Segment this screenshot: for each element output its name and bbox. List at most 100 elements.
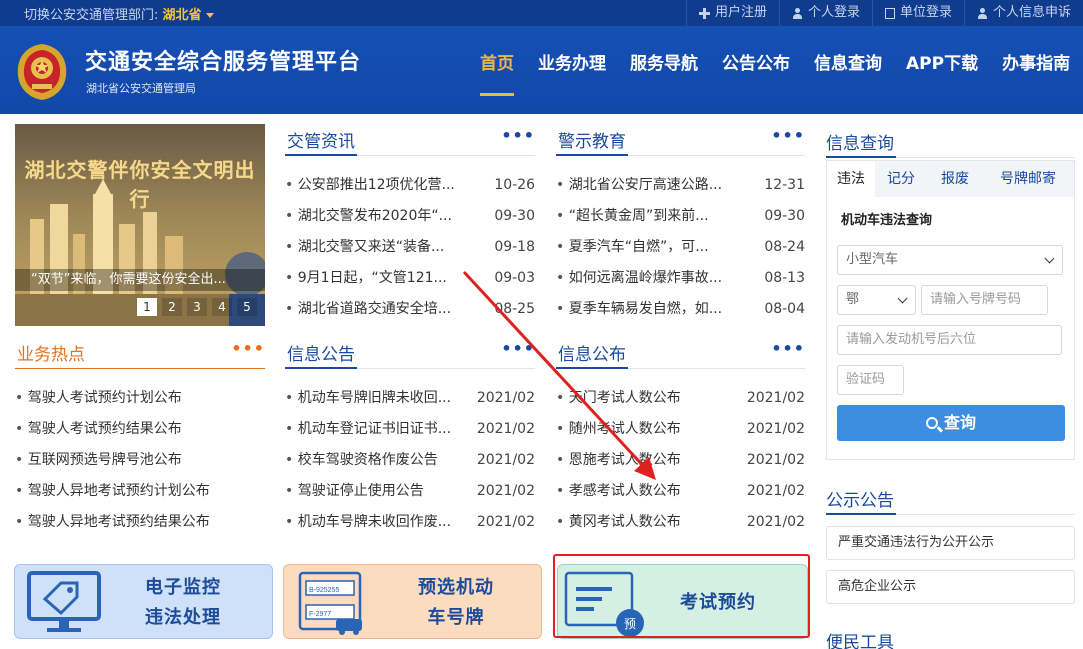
list-item[interactable]: 驾驶人考试预约结果公布 [15,414,265,445]
banner-title: 湖北交警伴你安全文明出行 [24,158,256,211]
list-item[interactable]: 孝感考试人数公布2021/02 [556,476,805,507]
list-item[interactable]: 湖北交警又来送“装备...09-18 [285,232,535,263]
carousel-page-1[interactable]: 1 [137,298,157,316]
list-item[interactable]: 校车驾驶资格作废公告2021/02 [285,445,535,476]
nav-announcements[interactable]: 公告公布 [710,26,802,114]
site-subtitle: 湖北省公安交通管理局 [86,82,196,95]
engine-number-input[interactable]: 请输入发动机号后六位 [837,325,1062,355]
company-login-link[interactable]: 单位登录 [871,0,964,26]
province-select[interactable]: 鄂 [837,285,916,315]
site-header: 交通安全综合服务管理平台 湖北省公安交通管理局 首页 业务办理 服务导航 公告公… [0,26,1083,114]
chevron-down-icon [897,293,908,304]
announce-panel-title[interactable]: 信息公告 [287,340,355,365]
tab-plate-mail[interactable]: 号牌邮寄 [983,161,1073,197]
department-switch-value: 湖北省 [162,8,202,23]
news-panel: 交管资讯 ••• 公安部推出12项优化营...10-26 湖北交警发布2020年… [285,124,535,325]
plate-selection-tile[interactable]: B-925255 F-2977 预选机动 车号牌 [283,564,542,639]
tab-violation[interactable]: 违法 [827,161,875,197]
notice-item[interactable]: 高危企业公示 [826,570,1075,604]
info-appeal-link[interactable]: 个人信息申诉 [963,0,1083,26]
nav-service-guide[interactable]: 服务导航 [618,26,710,114]
publish-panel-title[interactable]: 信息公布 [558,340,626,365]
list-item[interactable]: 湖北省道路交通安全培...08-25 [285,294,535,325]
top-utility-bar: 切换公安交通管理部门: 湖北省 用户注册 个人登录 单位登录 个人信息申诉 [0,0,1083,26]
tab-scrap[interactable]: 报废 [927,161,983,197]
banner-caption[interactable]: “双节”来临，你需要这份安全出... [15,269,265,291]
vehicle-type-value: 小型汽车 [846,252,899,267]
list-item[interactable]: 驾驶证停止使用公告2021/02 [285,476,535,507]
list-item[interactable]: 恩施考试人数公布2021/02 [556,445,805,476]
site-title: 交通安全综合服务管理平台 [85,50,362,75]
section-divider [826,513,1075,515]
warning-panel-title[interactable]: 警示教育 [558,127,626,152]
captcha-input[interactable]: 验证码 [837,365,904,395]
department-switch-prefix: 切换公安交通管理部门: [24,8,163,23]
list-item[interactable]: 机动车号牌未收回作废...2021/02 [285,507,535,538]
list-item[interactable]: 机动车登记证书旧证书...2021/02 [285,414,535,445]
carousel-pager: 1 2 3 4 5 [137,298,257,316]
exam-tile-label: 考试预约 [680,592,756,613]
list-item[interactable]: 随州考试人数公布2021/02 [556,414,805,445]
hot-panel-title[interactable]: 业务热点 [17,340,85,365]
list-item[interactable]: 驾驶人考试预约计划公布 [15,383,265,414]
more-icon[interactable]: ••• [771,339,805,358]
hot-business-panel: 业务热点 ••• 驾驶人考试预约计划公布 驾驶人考试预约结果公布 互联网预选号牌… [15,337,265,538]
list-item[interactable]: “超长黄金周”到来前...09-30 [556,201,805,232]
nav-home[interactable]: 首页 [468,26,526,114]
account-links: 用户注册 个人登录 单位登录 个人信息申诉 [685,0,1083,26]
more-icon[interactable]: ••• [771,126,805,145]
department-switcher[interactable]: 切换公安交通管理部门: 湖北省 [24,4,214,23]
more-icon[interactable]: ••• [501,339,535,358]
user-icon [977,7,988,19]
register-link[interactable]: 用户注册 [685,0,779,26]
list-item[interactable]: 夏季汽车“自燃”，可...08-24 [556,232,805,263]
plate-tile-label: 预选机动 车号牌 [418,577,494,628]
list-item[interactable]: 驾驶人异地考试预约结果公布 [15,507,265,538]
carousel-page-2[interactable]: 2 [162,298,182,316]
nav-app-download[interactable]: APP下载 [894,26,990,114]
notices-section-title: 公示公告 [826,491,894,511]
monitor-tag-icon [27,571,101,632]
more-icon[interactable]: ••• [501,126,535,145]
list-item[interactable]: 湖北省公安厅高速公路...12-31 [556,170,805,201]
list-item[interactable]: 黄冈考试人数公布2021/02 [556,507,805,538]
plate-number-input[interactable]: 请输入号牌号码 [921,285,1048,315]
list-item[interactable]: 夏季车辆易发自燃，如...08-04 [556,294,805,325]
query-button[interactable]: 查询 [837,405,1065,441]
nav-info-query[interactable]: 信息查询 [802,26,894,114]
plate-number-b: F-2977 [309,611,331,618]
electronic-monitor-tile[interactable]: 电子监控 违法处理 [14,564,273,639]
carousel-page-3[interactable]: 3 [187,298,207,316]
search-icon [925,417,938,429]
list-item[interactable]: 如何远离温岭爆炸事故...08-13 [556,263,805,294]
news-panel-title[interactable]: 交管资讯 [287,127,355,152]
tab-points[interactable]: 记分 [875,161,927,197]
nav-business[interactable]: 业务办理 [526,26,618,114]
list-item[interactable]: 互联网预选号牌号池公布 [15,445,265,476]
personal-login-link[interactable]: 个人登录 [778,0,872,26]
register-link-label: 用户注册 [714,5,767,20]
exam-booking-tile[interactable]: 预 考试预约 [557,564,808,639]
violation-query-form: 违法 记分 报废 号牌邮寄 机动车违法查询 小型汽车 鄂 请输入号牌号码 请输入… [826,160,1075,460]
list-item[interactable]: 9月1日起，“文管121...09-03 [285,263,535,294]
province-value: 鄂 [846,292,860,307]
info-announce-panel: 信息公告 ••• 机动车号牌旧牌未收回...2021/02 机动车登记证书旧证书… [285,337,535,538]
vehicle-type-select[interactable]: 小型汽车 [837,245,1063,275]
more-icon[interactable]: ••• [231,339,265,358]
user-icon [792,7,803,19]
notice-item[interactable]: 严重交通违法行为公开公示 [826,526,1075,560]
list-item[interactable]: 公安部推出12项优化营...10-26 [285,170,535,201]
list-item[interactable]: 驾驶人异地考试预约计划公布 [15,476,265,507]
nav-guide[interactable]: 办事指南 [990,26,1082,114]
carousel-page-5[interactable]: 5 [237,298,257,316]
building-icon [884,7,895,19]
carousel-page-4[interactable]: 4 [212,298,232,316]
monitor-tile-label: 电子监控 违法处理 [145,577,221,628]
police-emblem-logo[interactable] [12,40,72,102]
plate-number-a: B-925255 [309,587,339,594]
company-login-label: 单位登录 [899,5,952,20]
list-item[interactable]: 机动车号牌旧牌未收回...2021/02 [285,383,535,414]
list-item[interactable]: 湖北交警发布2020年“...09-30 [285,201,535,232]
news-carousel[interactable]: 湖北交警伴你安全文明出行 “双节”来临，你需要这份安全出... 1 2 3 4 … [15,124,265,326]
list-item[interactable]: 天门考试人数公布2021/02 [556,383,805,414]
